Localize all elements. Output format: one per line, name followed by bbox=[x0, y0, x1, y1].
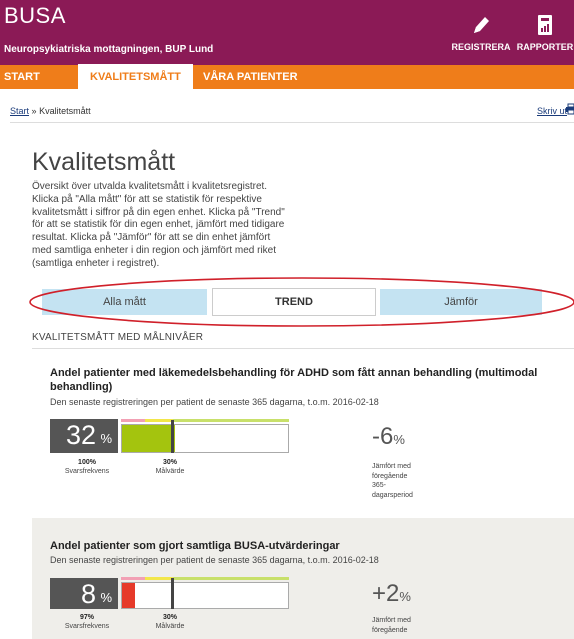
delta-note-line: föregående bbox=[372, 472, 408, 480]
divider bbox=[32, 348, 574, 349]
measure-value-unit: % bbox=[100, 431, 112, 446]
intro-text: Översikt över utvalda kvalitetsmått i kv… bbox=[32, 181, 294, 271]
page-title: Kvalitetsmått bbox=[32, 148, 176, 176]
delta-note: Jämfört med föregående 365- dagarsperiod bbox=[372, 462, 432, 500]
strip-mid bbox=[145, 419, 173, 422]
intro-line: resultat. Klicka på "Jämför" för att se … bbox=[32, 232, 271, 244]
divider bbox=[10, 122, 574, 123]
report-icon bbox=[538, 15, 552, 35]
delta-note-line: Jämfört med bbox=[372, 463, 411, 470]
delta-note-line: Jämfört med bbox=[372, 617, 411, 624]
delta-note-line: dagarsperiod bbox=[372, 491, 413, 499]
measure-value: 32 bbox=[65, 420, 96, 450]
tab-alla-matt[interactable]: Alla mått bbox=[42, 289, 207, 315]
intro-line: kvalitetsmått i siffror på din egen enhe… bbox=[32, 206, 285, 218]
register-button[interactable]: REGISTRERA bbox=[451, 14, 511, 52]
strip-low bbox=[121, 577, 145, 580]
measure-title-line: behandling) bbox=[50, 381, 113, 393]
progress-bar bbox=[121, 578, 289, 609]
printer-icon[interactable] bbox=[566, 103, 574, 115]
trend-delta: +2% bbox=[372, 580, 411, 608]
delta-value: -6 bbox=[372, 423, 394, 450]
intro-line: för att se statistik för din egen enhet,… bbox=[32, 219, 285, 231]
measure-title-line: Andel patienter som gjort samtliga BUSA-… bbox=[50, 540, 340, 552]
main-nav: START KVALITETSMÅTT VÅRA PATIENTER bbox=[0, 64, 574, 90]
progress-fill bbox=[122, 425, 175, 452]
reference-strip bbox=[121, 419, 289, 422]
tab-trend[interactable]: TREND bbox=[212, 288, 376, 316]
brand-logo[interactable]: BUSA bbox=[4, 3, 66, 29]
breadcrumb-separator: » bbox=[31, 106, 37, 116]
delta-note-line: föregående bbox=[372, 626, 408, 634]
measure-card: Andel patienter som gjort samtliga BUSA-… bbox=[32, 518, 574, 639]
measure-title: Andel patienter med läkemedelsbehandling… bbox=[50, 366, 540, 394]
delta-note-line: 365- bbox=[372, 482, 387, 489]
reports-button[interactable]: RAPPORTER bbox=[513, 14, 574, 52]
response-rate: 97% bbox=[79, 614, 94, 621]
intro-line: Översikt över utvalda kvalitetsmått i kv… bbox=[32, 181, 268, 192]
target-label: Målvärde bbox=[155, 468, 185, 475]
nav-item-start[interactable]: START bbox=[4, 65, 40, 89]
nav-item-kvalitetsmatt[interactable]: KVALITETSMÅTT bbox=[78, 64, 193, 90]
delta-value: +2 bbox=[372, 580, 400, 607]
intro-line: (samtliga enheter i registret). bbox=[32, 257, 160, 269]
intro-line: med samtliga enheter i din region och jä… bbox=[32, 244, 277, 256]
pencil-icon bbox=[474, 17, 489, 33]
measure-value-box: 32 % bbox=[50, 419, 118, 453]
reports-label: RAPPORTER bbox=[516, 42, 574, 52]
strip-mid bbox=[145, 577, 173, 580]
delta-unit: % bbox=[399, 589, 411, 604]
measure-title: Andel patienter som gjort samtliga BUSA-… bbox=[50, 539, 540, 553]
measure-value-unit: % bbox=[100, 590, 112, 605]
measure-value: 8 bbox=[80, 579, 96, 609]
progress-bar bbox=[121, 420, 289, 453]
measure-subtitle: Den senaste registreringen per patient d… bbox=[50, 555, 379, 565]
register-label: REGISTRERA bbox=[451, 42, 511, 52]
measure-card: Andel patienter med läkemedelsbehandling… bbox=[32, 355, 574, 518]
delta-unit: % bbox=[393, 432, 405, 447]
progress-fill bbox=[122, 583, 135, 608]
measure-title-line: Andel patienter med läkemedelsbehandling… bbox=[50, 367, 538, 379]
target-marker bbox=[171, 578, 174, 609]
breadcrumb: Start » Kvalitetsmått bbox=[10, 106, 91, 116]
unit-name: Neuropsykiatriska mottagningen, BUP Lund bbox=[4, 44, 214, 55]
measure-subtitle: Den senaste registreringen per patient d… bbox=[50, 397, 379, 407]
measure-value-box: 8 % bbox=[50, 578, 118, 609]
target-value: 30% bbox=[162, 459, 177, 466]
nav-item-vara-patienter[interactable]: VÅRA PATIENTER bbox=[203, 65, 298, 89]
trend-delta: -6% bbox=[372, 423, 405, 451]
intro-line: Klicka på "Alla mått" för att se statist… bbox=[32, 193, 262, 205]
breadcrumb-home-link[interactable]: Start bbox=[10, 106, 29, 116]
strip-low bbox=[121, 419, 145, 422]
tab-jamfor[interactable]: Jämför bbox=[380, 289, 542, 315]
target-marker bbox=[171, 420, 174, 453]
print-link[interactable]: Skriv ut bbox=[537, 106, 567, 116]
target-label: Målvärde bbox=[155, 623, 185, 630]
strip-high bbox=[173, 419, 289, 422]
app-header: BUSA Neuropsykiatriska mottagningen, BUP… bbox=[0, 0, 574, 65]
section-label: KVALITETSMÅTT MED MÅLNIVÅER bbox=[32, 332, 204, 343]
reference-strip bbox=[121, 577, 289, 580]
breadcrumb-current: Kvalitetsmått bbox=[39, 106, 91, 116]
response-label: Svarsfrekvens bbox=[64, 623, 110, 630]
delta-note: Jämfört med föregående bbox=[372, 616, 432, 635]
strip-high bbox=[173, 577, 289, 580]
response-label: Svarsfrekvens bbox=[64, 468, 110, 475]
target-value: 30% bbox=[162, 614, 177, 621]
response-rate: 100% bbox=[78, 459, 96, 466]
